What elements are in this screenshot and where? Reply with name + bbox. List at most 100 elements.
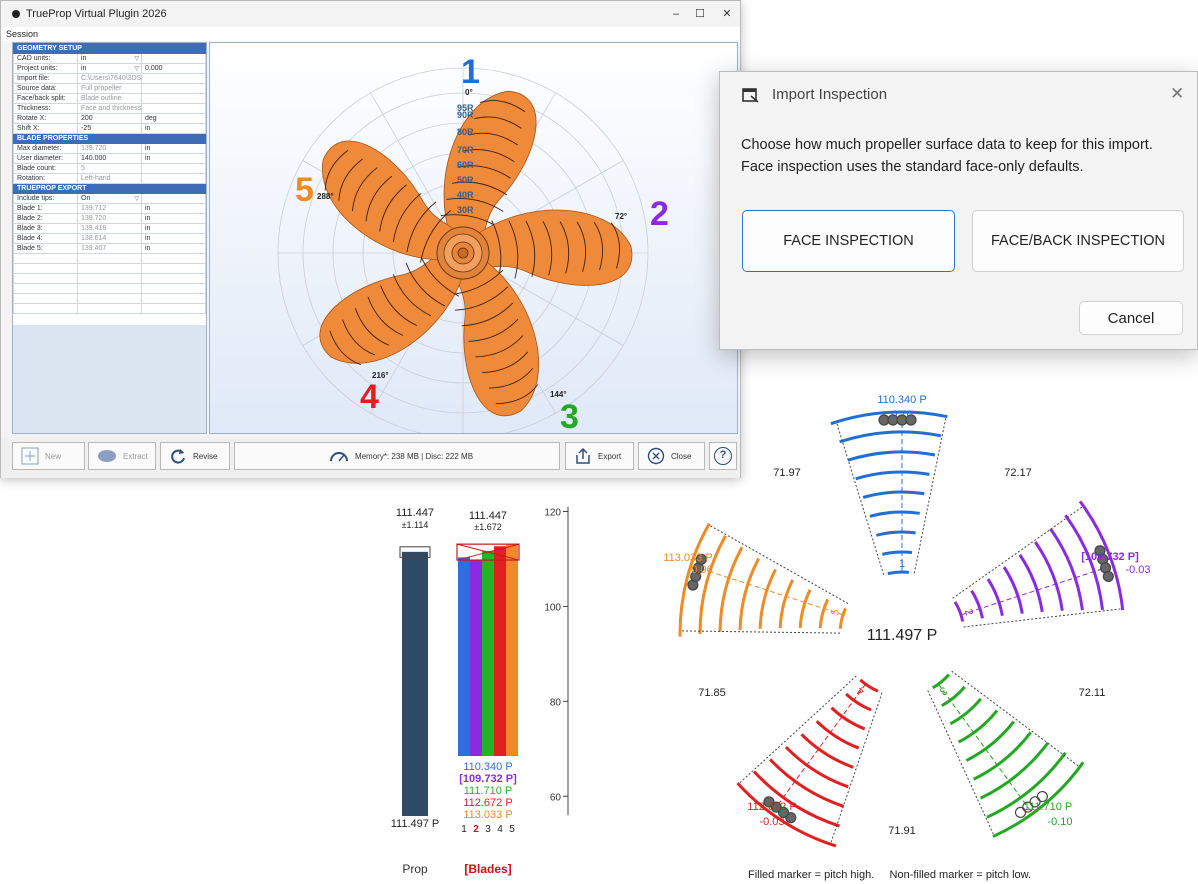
face-inspection-button[interactable]: FACE INSPECTION	[742, 210, 955, 272]
property-row[interactable]: Blade 4: 138.614 in	[13, 233, 206, 244]
polar-blade-5: 5	[678, 522, 849, 637]
extract-button[interactable]: Extract	[88, 442, 156, 470]
property-row[interactable]: Rotation: Left-hand	[13, 173, 206, 184]
property-row[interactable]: Import file: C:\Users\7640\3DS	[13, 73, 206, 84]
property-value[interactable]: in ▽	[77, 63, 142, 74]
property-row[interactable]: CAD units: in ▽	[13, 53, 206, 64]
property-row[interactable]: Face/back split: Blade outline	[13, 93, 206, 104]
property-unit	[141, 193, 206, 204]
section-header: BLADE PROPERTIES	[13, 133, 206, 144]
section-header-label: BLADE PROPERTIES	[13, 133, 206, 144]
pitch-arc	[970, 589, 984, 619]
export-button[interactable]: Export	[565, 442, 634, 470]
blade-spacing-label: 72.17	[1004, 467, 1032, 479]
bottom-toolbar: New Extract Revise Memory*: 238 MB | Dis…	[1, 438, 740, 478]
property-row[interactable]: Blade 2: 139.720 in	[13, 213, 206, 224]
propeller-render: 95R90R80R70R60R50R40R30R 10°272°3144°421…	[277, 53, 669, 433]
property-unit	[141, 73, 206, 84]
property-name: Rotate X:	[13, 113, 78, 124]
property-row[interactable]: Blade count: 5	[13, 163, 206, 174]
property-value[interactable]: -25	[77, 123, 142, 134]
prop-value-label: 111.497 P	[391, 818, 440, 830]
section-header: GEOMETRY SETUP	[13, 43, 206, 54]
property-name: Blade 4:	[13, 233, 78, 244]
property-row[interactable]: Blade 1: 139.712 in	[13, 203, 206, 214]
property-row[interactable]: Rotate X: 200 deg	[13, 113, 206, 124]
property-row[interactable]: Include tips: On ▽	[13, 193, 206, 204]
polar-pitch-chart: 111.497 P12345110.340 P0.10[109.732 P]-0…	[663, 394, 1151, 848]
revise-button[interactable]: Revise	[160, 442, 230, 470]
new-button[interactable]: New	[12, 442, 85, 470]
blades-category-label: [Blades]	[464, 862, 511, 876]
legend-nonfilled: Non-filled marker = pitch low.	[889, 869, 1032, 881]
property-row[interactable]: Source data: Full propeller	[13, 83, 206, 94]
pitch-arc	[855, 470, 930, 481]
property-name: Blade 2:	[13, 213, 78, 224]
property-name: Max diameter:	[13, 143, 78, 154]
chevron-down-icon[interactable]: ▽	[134, 195, 140, 202]
dialog-window-icon	[742, 88, 759, 103]
legend-filled: Filled marker = pitch high.	[748, 869, 875, 881]
property-value: C:\Users\7640\3DS	[77, 73, 142, 84]
property-value: Full propeller	[77, 83, 142, 94]
property-value[interactable]: On ▽	[77, 193, 142, 204]
y-tick-label: 80	[550, 697, 562, 708]
radius-label: 50R	[457, 175, 474, 185]
property-row[interactable]: Shift X: -25 in	[13, 123, 206, 134]
blade-reference-line	[690, 564, 844, 616]
property-unit	[141, 93, 206, 104]
property-value: Face and thickness	[77, 103, 142, 114]
face-back-inspection-button[interactable]: FACE/BACK INSPECTION	[972, 210, 1184, 272]
blade-value-label: 112.672 P	[463, 797, 512, 809]
blade-number-2: 2	[650, 195, 669, 233]
property-name: Import file:	[13, 73, 78, 84]
section-header: TRUEPROP EXPORT	[13, 183, 206, 194]
blade-target-label: 111.447	[469, 510, 507, 522]
property-row[interactable]: Max diameter: 139.720 in	[13, 143, 206, 154]
radius-label: 40R	[457, 190, 474, 200]
chevron-down-icon[interactable]: ▽	[134, 55, 140, 62]
property-name: Source data:	[13, 83, 78, 94]
property-unit: in	[141, 223, 206, 234]
blade-category-label: 4	[497, 824, 503, 835]
property-value[interactable]: 140.000	[77, 153, 142, 164]
property-grid: GEOMETRY SETUP CAD units: in ▽ Project units…	[12, 42, 207, 434]
empty-cell	[77, 263, 142, 274]
property-row[interactable]: User diameter: 140.000 in	[13, 153, 206, 164]
y-tick-label: 60	[550, 792, 562, 803]
propeller-3d-viewport[interactable]: 95R 90R 80R 70R 60R 50R 40R 30R 1 0° 2 72° 3 144° 4 21…	[209, 42, 738, 434]
polar-blade-id: 2	[962, 608, 975, 618]
property-name: Blade 3:	[13, 223, 78, 234]
blade-value-label: 110.340 P	[463, 761, 512, 773]
property-value[interactable]: in ▽	[77, 53, 142, 64]
maximize-button[interactable]: ☐	[686, 5, 714, 23]
section-header-label: TRUEPROP EXPORT	[13, 183, 206, 194]
property-row[interactable]: Blade 3: 139.418 in	[13, 223, 206, 234]
property-unit	[141, 83, 206, 94]
polar-blade-id: 1	[899, 558, 905, 570]
section-envelope-line	[913, 416, 947, 574]
new-label: New	[45, 451, 62, 461]
dialog-close-icon[interactable]: ✕	[1170, 84, 1184, 104]
property-row[interactable]: Blade 5: 139.407 in	[13, 243, 206, 254]
chevron-down-icon[interactable]: ▽	[134, 65, 140, 72]
property-unit: 0.000	[141, 63, 206, 74]
pitch-arc	[818, 598, 830, 629]
menu-session[interactable]: Session	[6, 29, 38, 39]
property-value[interactable]: 200	[77, 113, 142, 124]
empty-cell	[141, 303, 206, 314]
dialog-message-line1: Choose how much propeller surface data t…	[741, 137, 1153, 153]
blade-pitch-label: 111.710 P	[1024, 801, 1073, 813]
property-name: Shift X:	[13, 123, 78, 134]
cancel-button[interactable]: Cancel	[1079, 301, 1183, 335]
menu-bar: Session	[1, 27, 740, 41]
property-value: 139.720	[77, 143, 142, 154]
pitch-arc	[949, 697, 982, 726]
property-row[interactable]: Thickness: Face and thickness	[13, 103, 206, 114]
property-row[interactable]: Project units: in ▽ 0.000	[13, 63, 206, 74]
close-window-button[interactable]: ✕	[713, 5, 741, 23]
property-name: Thickness:	[13, 103, 78, 114]
radius-label: 30R	[457, 205, 474, 215]
y-tick-label: 120	[544, 507, 561, 518]
blade-number-5: 5	[295, 171, 314, 209]
